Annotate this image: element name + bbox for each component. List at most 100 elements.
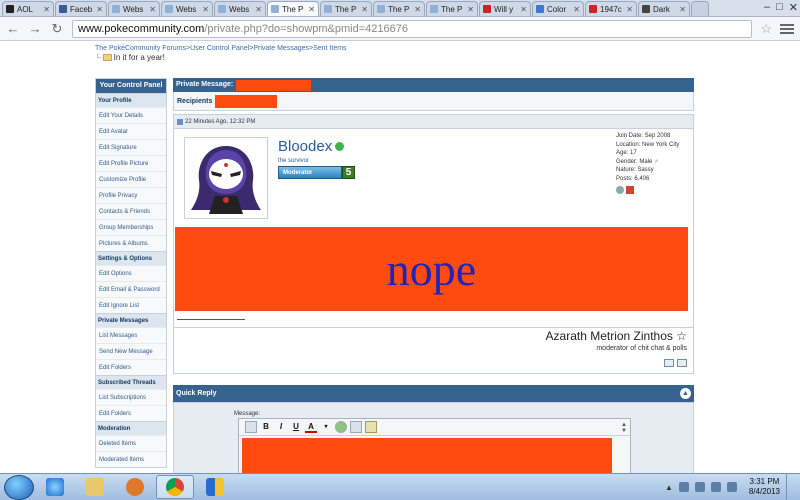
color-dropdown-icon[interactable]: ▾	[320, 421, 332, 433]
browser-tab[interactable]: Color ✕	[532, 1, 584, 16]
sidebar-item[interactable]: Edit Options	[96, 265, 166, 281]
italic-button[interactable]: I	[275, 421, 287, 433]
maximize-icon[interactable]: □	[776, 1, 783, 14]
breadcrumb-link[interactable]: User Control Panel	[190, 45, 249, 52]
browser-tab[interactable]: Dark ✕	[638, 1, 690, 16]
underline-button[interactable]: U	[290, 421, 302, 433]
sidebar-item[interactable]: Edit Email & Password	[96, 281, 166, 297]
forward-message-icon[interactable]	[664, 359, 674, 367]
editor-resize-icon[interactable]: ▲ ▼	[621, 422, 627, 434]
address-bar[interactable]: www.pokecommunity.com/private.php?do=sho…	[72, 19, 753, 38]
message-textarea[interactable]	[242, 438, 612, 473]
sidebar-item[interactable]: Edit Ignore List	[96, 297, 166, 313]
sidebar-item[interactable]: Edit Folders	[96, 359, 166, 375]
sidebar-item[interactable]: Edit Your Details	[96, 107, 166, 123]
minimize-icon[interactable]: –	[764, 1, 770, 14]
font-color-button[interactable]: A	[305, 421, 317, 433]
browser-tab[interactable]: Faceb ✕	[55, 1, 107, 16]
tab-close-icon[interactable]: ✕	[520, 5, 527, 14]
browser-tab[interactable]: The P ✕	[320, 1, 372, 16]
browser-tab[interactable]: AOL ✕	[2, 1, 54, 16]
user-info-line: Location: New York City	[616, 141, 680, 148]
badge-icon[interactable]	[626, 185, 634, 194]
taskbar-ie[interactable]	[36, 475, 74, 499]
bold-button[interactable]: B	[260, 421, 272, 433]
battery-icon[interactable]	[710, 482, 721, 492]
browser-toolbar: ← → ↻ www.pokecommunity.com/private.php?…	[0, 17, 800, 41]
sidebar-item[interactable]: Pictures & Albums	[96, 235, 166, 251]
browser-tab[interactable]: 1947c ✕	[585, 1, 637, 16]
tab-close-icon[interactable]: ✕	[679, 5, 686, 14]
sidebar-item[interactable]: Deleted Items	[96, 435, 166, 451]
browser-tab[interactable]: The P ✕	[373, 1, 425, 16]
tab-close-icon[interactable]: ✕	[43, 5, 50, 14]
private-message-header: Private Message:	[173, 78, 694, 92]
clock[interactable]: 3:31 PM 8/4/2013	[749, 477, 780, 497]
breadcrumb-link[interactable]: The PokéCommunity Forums	[95, 45, 186, 52]
tab-close-icon[interactable]: ✕	[626, 5, 633, 14]
menu-icon[interactable]	[780, 23, 794, 34]
breadcrumb-link[interactable]: Sent Items	[313, 45, 346, 52]
avatar[interactable]	[184, 137, 268, 219]
tab-label: Webs	[176, 4, 197, 14]
browser-tab[interactable]: The P ✕	[426, 1, 478, 16]
browser-tab[interactable]: Webs ✕	[161, 1, 213, 16]
username[interactable]: Bloodex	[278, 138, 345, 155]
forward-icon[interactable]: →	[28, 21, 42, 36]
user-info-icons	[616, 185, 679, 194]
browser-tab[interactable]: Webs ✕	[214, 1, 266, 16]
sidebar-item[interactable]: Moderated Items	[96, 451, 166, 467]
quote-icon[interactable]	[365, 421, 377, 433]
bookmark-star-icon[interactable]: ☆	[760, 21, 772, 37]
collapse-icon[interactable]: ▲	[680, 388, 691, 399]
tab-close-icon[interactable]: ✕	[255, 5, 262, 14]
taskbar-explorer[interactable]	[76, 475, 114, 499]
reload-icon[interactable]: ↻	[50, 21, 64, 37]
flag-icon[interactable]	[678, 482, 689, 492]
smilie-icon[interactable]	[335, 421, 347, 433]
sidebar-item[interactable]: Edit Avatar	[96, 123, 166, 139]
sidebar-item[interactable]: Group Memberships	[96, 219, 166, 235]
tab-close-icon[interactable]: ✕	[202, 5, 209, 14]
sidebar-item[interactable]: Profile Privacy	[96, 187, 166, 203]
reply-message-icon[interactable]	[677, 359, 687, 367]
tab-close-icon[interactable]: ✕	[308, 5, 315, 14]
browser-tab[interactable]: Webs ✕	[108, 1, 160, 16]
sidebar-item[interactable]: Edit Signature	[96, 139, 166, 155]
tab-label: Webs	[123, 4, 144, 14]
back-icon[interactable]: ←	[6, 21, 20, 36]
sidebar-item[interactable]: Edit Folders	[96, 405, 166, 421]
start-button[interactable]	[4, 474, 34, 500]
taskbar-chrome[interactable]	[156, 475, 194, 499]
breadcrumb-link[interactable]: Private Messages	[253, 45, 309, 52]
sidebar-section-title: Subscribed Threads	[96, 375, 166, 389]
taskbar-media-player[interactable]	[116, 475, 154, 499]
sidebar-item[interactable]: Customize Profile	[96, 171, 166, 187]
tab-label: Faceb	[70, 4, 93, 14]
network-icon[interactable]	[694, 482, 705, 492]
new-tab-button[interactable]	[691, 1, 709, 16]
tray-expand-icon[interactable]: ▲	[665, 483, 673, 492]
volume-icon[interactable]	[726, 482, 737, 492]
link-icon[interactable]	[350, 421, 362, 433]
tab-close-icon[interactable]: ✕	[149, 5, 156, 14]
browser-tab[interactable]: The P ✕	[267, 1, 319, 16]
taskbar-security[interactable]	[196, 475, 234, 499]
sidebar-item[interactable]: List Messages	[96, 327, 166, 343]
tab-close-icon[interactable]: ✕	[96, 5, 103, 14]
tab-close-icon[interactable]: ✕	[573, 5, 580, 14]
sidebar-item[interactable]: Edit Profile Picture	[96, 155, 166, 171]
tab-close-icon[interactable]: ✕	[467, 5, 474, 14]
source-mode-icon[interactable]	[245, 421, 257, 433]
page-subtitle: └ In it for a year!	[95, 53, 165, 62]
close-window-icon[interactable]: ✕	[789, 1, 798, 14]
sidebar-item[interactable]: Send New Message	[96, 343, 166, 359]
system-tray: ▲ 3:31 PM 8/4/2013	[665, 473, 800, 500]
reputation-icon[interactable]	[616, 185, 624, 194]
sidebar-item[interactable]: Contacts & Friends	[96, 203, 166, 219]
browser-tab[interactable]: Will y ✕	[479, 1, 531, 16]
tab-close-icon[interactable]: ✕	[414, 5, 421, 14]
tab-close-icon[interactable]: ✕	[361, 5, 368, 14]
sidebar-item[interactable]: List Subscriptions	[96, 389, 166, 405]
show-desktop-button[interactable]	[786, 473, 794, 500]
